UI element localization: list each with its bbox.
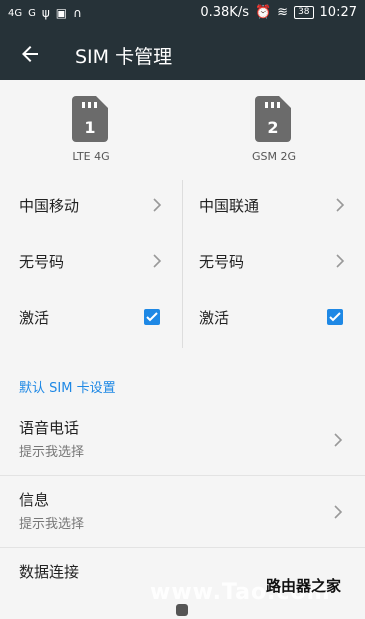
sim-cards-panel: 1 LTE 4G 中国移动 无号码 激活 2 GSM 2G 中国联通 无号码 激… [0,80,365,350]
watermark-brand: 路由器之家 [266,577,342,595]
usb-icon: ψ [41,6,50,20]
sim2-carrier-row[interactable]: 中国联通 [183,185,365,225]
setting-title: 信息 [19,491,50,509]
sim1-column: 1 LTE 4G 中国移动 无号码 激活 [0,80,182,350]
sim1-network-type: LTE 4G [72,150,110,163]
sim2-phone-number: 无号码 [199,252,245,271]
setting-title: 语音电话 [19,419,80,437]
network-speed: 0.38K/s [200,5,249,20]
sim2-carrier: 中国联通 [199,196,260,215]
sim1-activate-row[interactable]: 激活 [0,297,182,337]
chevron-right-icon [336,254,345,268]
wifi-icon: ≋ [277,5,289,20]
sim1-carrier-row[interactable]: 中国移动 [0,185,182,225]
sim2-number: 2 [267,118,278,137]
sim1-activate-checkbox[interactable] [144,309,160,325]
message-setting[interactable]: 信息 提示我选择 [0,477,365,548]
alarm-icon: ⏰ [254,5,272,20]
sim-card-icon: 2 [255,96,291,142]
sim1-number-row[interactable]: 无号码 [0,241,182,281]
status-bar: 4G G ψ ▣ ∩ 0.38K/s ⏰ ≋ 38 10:27 [0,0,365,28]
back-arrow-icon[interactable] [18,42,42,66]
sim1-phone-number: 无号码 [19,252,65,271]
sim2-column: 2 GSM 2G 中国联通 无号码 激活 [183,80,365,350]
sim2-activate-label: 激活 [199,308,230,327]
chevron-right-icon [334,433,343,447]
battery-icon: 38 [294,6,314,19]
chevron-right-icon [334,505,343,519]
setting-title: 数据连接 [19,563,80,581]
sim2-activate-checkbox[interactable] [327,309,343,325]
default-sim-section-title: 默认 SIM 卡设置 [19,381,116,396]
drag-handle-icon[interactable] [176,604,188,616]
setting-subtitle: 提示我选择 [19,517,85,532]
sim1-activate-label: 激活 [19,308,50,327]
sim1-number: 1 [84,118,95,137]
chevron-right-icon [153,254,162,268]
headphones-icon: ∩ [73,6,82,20]
sim2-network-type: GSM 2G [251,150,297,163]
clock: 10:27 [319,5,357,20]
sim2-activate-row[interactable]: 激活 [183,297,365,337]
sim1-carrier: 中国移动 [19,196,80,215]
image-icon: ▣ [55,6,68,20]
signal-strength-icon: 4G [8,7,23,19]
signal-strength-icon: G [28,7,36,19]
sim-card-icon: 1 [72,96,108,142]
sim2-number-row[interactable]: 无号码 [183,241,365,281]
voice-call-setting[interactable]: 语音电话 提示我选择 [0,405,365,476]
chevron-right-icon [153,198,162,212]
app-bar: SIM 卡管理 [0,28,365,80]
chevron-right-icon [336,198,345,212]
page-title: SIM 卡管理 [75,46,173,68]
setting-subtitle: 提示我选择 [19,445,85,460]
